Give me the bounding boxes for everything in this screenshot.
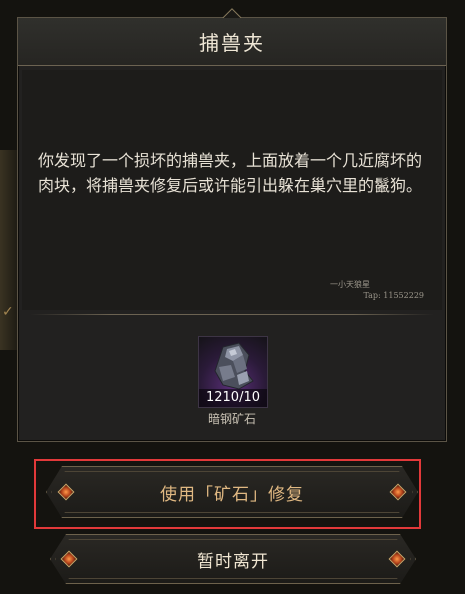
item-slot[interactable]: 1210/10 xyxy=(198,336,268,408)
story-panel: 你发现了一个损坏的捕兽夹，上面放着一个几近腐坏的肉块，将捕兽夹修复后或许能引出躲… xyxy=(22,70,442,310)
leave-button[interactable]: 暂时离开 xyxy=(50,534,416,584)
watermark-name: 一小天狼星 xyxy=(330,280,370,289)
dialog-header: 捕兽夹 xyxy=(18,18,446,66)
chevron-icon: ✓ xyxy=(2,304,14,320)
item-quantity: 1210/10 xyxy=(199,389,267,407)
highlight-box xyxy=(34,459,421,529)
dialog-title: 捕兽夹 xyxy=(199,31,265,55)
divider xyxy=(30,314,434,315)
watermark-tap: Tap: 11552229 xyxy=(363,291,424,300)
leave-button-label: 暂时离开 xyxy=(197,551,269,572)
item-name: 暗钢矿石 xyxy=(207,412,256,426)
story-text: 你发现了一个损坏的捕兽夹，上面放着一个几近腐坏的肉块，将捕兽夹修复后或许能引出躲… xyxy=(38,151,423,195)
ore-icon xyxy=(214,342,254,390)
